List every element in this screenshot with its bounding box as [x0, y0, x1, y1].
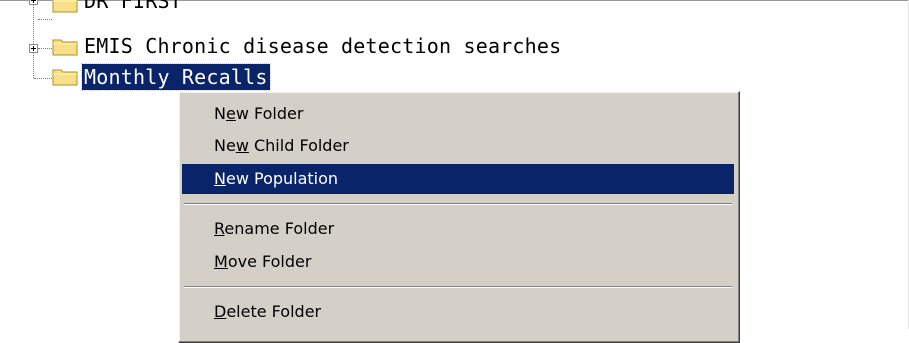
menu-item-new-child-folder[interactable]: New Child Folder [182, 131, 734, 161]
menu-separator [184, 203, 732, 205]
folder-icon [52, 0, 78, 13]
tree-connector [33, 0, 34, 78]
expand-icon[interactable] [29, 0, 38, 5]
tree-item-label: EMIS Chronic disease detection searches [84, 34, 562, 58]
expand-icon[interactable] [29, 44, 38, 53]
menu-item-new-folder[interactable]: New Folder [182, 99, 734, 129]
tree-connector [38, 48, 52, 49]
menu-item-move-folder[interactable]: Move Folder [182, 247, 734, 277]
menu-item-delete-folder[interactable]: Delete Folder [182, 297, 734, 327]
tree-connector [38, 19, 52, 20]
folder-icon [52, 66, 78, 86]
tree-connector [34, 78, 52, 79]
menu-separator [184, 286, 732, 288]
context-menu: New Folder New Child Folder New Populati… [178, 91, 740, 343]
menu-item-rename-folder[interactable]: Rename Folder [182, 214, 734, 244]
folder-icon [52, 36, 78, 56]
tree-item-label: DR FIRST [84, 0, 182, 13]
tree-item-label: Monthly Recalls [81, 63, 271, 91]
menu-item-new-population[interactable]: New Population [182, 164, 734, 194]
